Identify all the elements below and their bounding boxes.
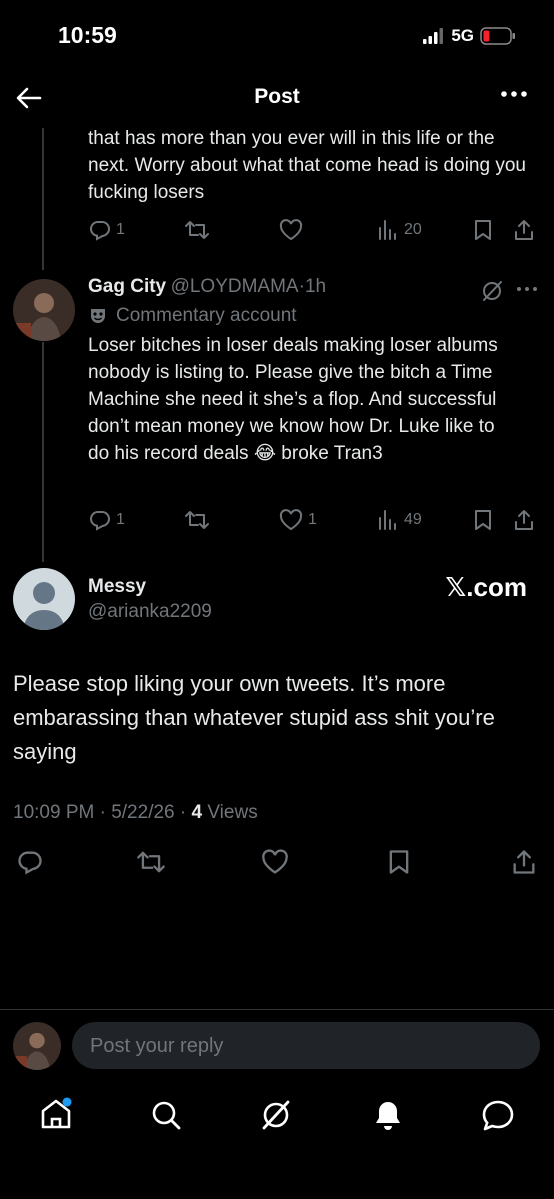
account-label: Commentary account bbox=[88, 305, 297, 327]
display-name[interactable]: Messy bbox=[88, 576, 146, 598]
reply-text: that has more than you ever will in this… bbox=[88, 128, 526, 203]
signal-icon bbox=[423, 28, 444, 44]
reply-button[interactable] bbox=[16, 848, 44, 876]
reply-icon bbox=[18, 851, 42, 875]
mask-icon bbox=[91, 309, 105, 323]
tab-home[interactable] bbox=[38, 1096, 74, 1132]
more-icon bbox=[501, 91, 527, 97]
reply-actions: 1 20 bbox=[88, 216, 548, 244]
page-title: Post bbox=[254, 85, 300, 108]
bookmark-icon bbox=[389, 850, 409, 874]
heart-icon bbox=[279, 219, 303, 241]
tab-notifications[interactable] bbox=[371, 1098, 405, 1132]
reply-text: Loser bitches in loser deals making lose… bbox=[88, 335, 498, 464]
reply-button[interactable]: 1 bbox=[88, 218, 125, 242]
more-icon bbox=[517, 287, 537, 291]
reply-count: 1 bbox=[116, 221, 125, 238]
divider bbox=[0, 1009, 554, 1010]
more-options-button[interactable] bbox=[500, 90, 528, 106]
views-count: 4 bbox=[191, 802, 203, 823]
grok-icon bbox=[262, 1100, 290, 1130]
reply-input[interactable]: Post your reply bbox=[72, 1022, 540, 1069]
heart-icon bbox=[279, 509, 303, 531]
share-icon bbox=[513, 850, 535, 874]
tab-search[interactable] bbox=[149, 1098, 183, 1132]
repost-icon bbox=[137, 851, 165, 873]
bookmark-icon bbox=[475, 510, 491, 530]
share-icon bbox=[515, 510, 533, 530]
avatar-photo bbox=[13, 1022, 61, 1070]
avatar[interactable] bbox=[13, 279, 75, 341]
user-handle[interactable]: @LOYDMAMA bbox=[171, 276, 299, 297]
display-name[interactable]: Gag City bbox=[88, 276, 166, 297]
bookmark-button[interactable] bbox=[472, 508, 494, 532]
grok-button[interactable] bbox=[480, 279, 504, 303]
status-time: 10:59 bbox=[58, 22, 117, 48]
search-icon bbox=[152, 1101, 181, 1130]
like-button[interactable]: 1 bbox=[278, 508, 317, 532]
battery-icon bbox=[480, 27, 515, 45]
reply-header: Gag City @LOYDMAMA·1h bbox=[88, 276, 528, 298]
share-icon bbox=[515, 220, 533, 240]
bookmark-button[interactable] bbox=[386, 848, 412, 876]
views-label: Views bbox=[202, 802, 258, 823]
thread-line bbox=[42, 342, 44, 562]
bookmark-button[interactable] bbox=[472, 218, 494, 242]
post-timestamp: 10:09 PM · 5/22/26 · bbox=[13, 802, 192, 823]
grok-icon bbox=[483, 281, 502, 301]
avatar-photo bbox=[13, 279, 75, 341]
reply-button[interactable]: 1 bbox=[88, 508, 125, 532]
repost-icon bbox=[185, 511, 209, 529]
reply-icon bbox=[89, 511, 111, 531]
tab-bar bbox=[0, 1092, 554, 1142]
reply-icon bbox=[89, 221, 111, 241]
bell-icon bbox=[376, 1102, 400, 1130]
tab-grok[interactable] bbox=[259, 1098, 293, 1132]
like-button[interactable] bbox=[278, 218, 304, 242]
share-button[interactable] bbox=[512, 508, 536, 532]
status-indicators: 5G bbox=[423, 26, 516, 46]
views-icon bbox=[379, 510, 396, 530]
post-text: Please stop liking your own tweets. It’s… bbox=[13, 671, 495, 764]
home-icon bbox=[41, 1097, 72, 1129]
view-count: 20 bbox=[404, 221, 422, 238]
views-icon bbox=[379, 220, 396, 240]
timestamp[interactable]: 1h bbox=[305, 276, 326, 297]
heart-icon bbox=[262, 849, 288, 874]
repost-icon bbox=[185, 221, 209, 239]
reply-count: 1 bbox=[116, 511, 125, 528]
account-label-text: Commentary account bbox=[116, 305, 297, 326]
reply-actions: 1 1 49 bbox=[88, 506, 548, 534]
views-button[interactable]: 49 bbox=[376, 508, 422, 532]
x-watermark: 𝕏.com bbox=[445, 572, 527, 602]
views-button[interactable]: 20 bbox=[376, 218, 422, 242]
repost-button[interactable] bbox=[136, 848, 166, 876]
like-count: 1 bbox=[308, 511, 317, 528]
repost-button[interactable] bbox=[184, 508, 210, 532]
tab-messages[interactable] bbox=[480, 1098, 516, 1132]
post-meta: 10:09 PM · 5/22/26 · 4 Views bbox=[13, 802, 258, 824]
bookmark-icon bbox=[475, 220, 491, 240]
my-avatar[interactable] bbox=[13, 1022, 61, 1070]
thread-line bbox=[42, 128, 44, 270]
default-avatar-icon bbox=[13, 568, 75, 630]
network-label: 5G bbox=[451, 26, 474, 45]
share-button[interactable] bbox=[512, 218, 536, 242]
share-button[interactable] bbox=[510, 848, 538, 876]
view-count: 49 bbox=[404, 511, 422, 528]
user-handle[interactable]: @arianka2209 bbox=[88, 601, 212, 623]
post-actions bbox=[0, 846, 554, 880]
like-button[interactable] bbox=[260, 848, 290, 876]
repost-button[interactable] bbox=[184, 218, 210, 242]
messages-icon bbox=[482, 1100, 514, 1131]
avatar[interactable] bbox=[13, 568, 75, 630]
reply-more-button[interactable] bbox=[516, 286, 538, 292]
